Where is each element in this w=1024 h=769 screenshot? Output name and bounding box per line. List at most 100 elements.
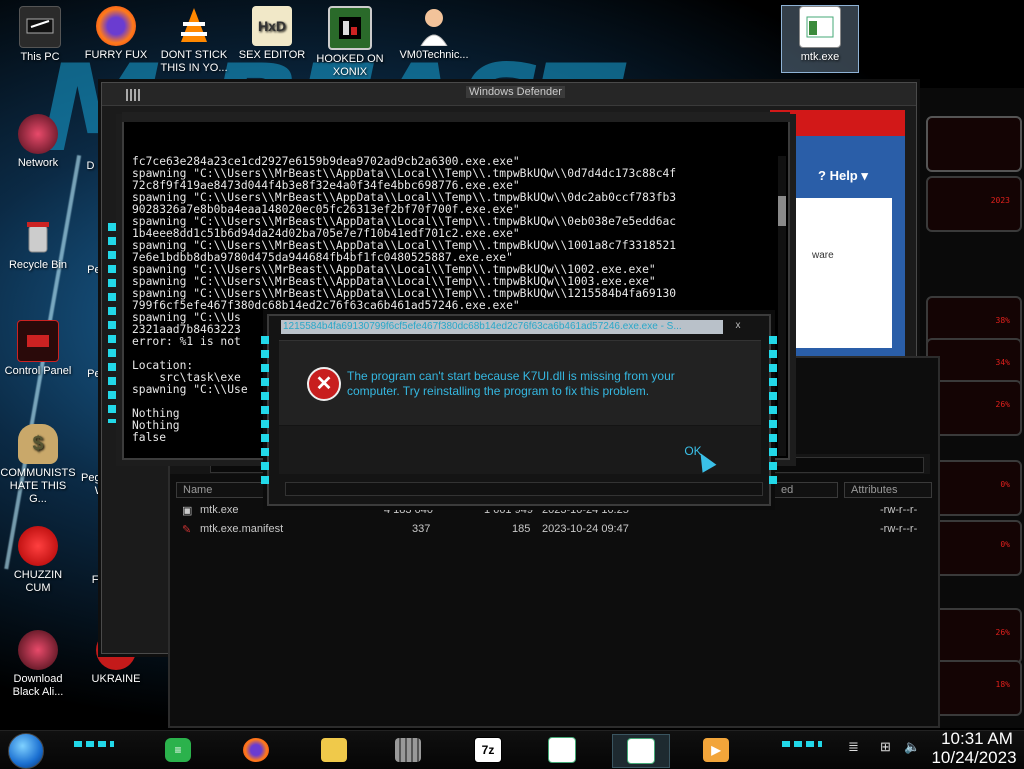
- desktop-icon-chuzzin-cum[interactable]: CHUZZIN CUM: [0, 526, 76, 595]
- desktop-icon-label: FURRY FUX: [84, 49, 148, 61]
- help-label: Help: [829, 168, 858, 183]
- column-name[interactable]: Name: [176, 482, 270, 498]
- chevron-down-icon: ▾: [861, 168, 868, 183]
- alien-slot-value: 26%: [995, 628, 1010, 637]
- error-icon: ✕: [307, 367, 341, 401]
- scrollbar-thumb[interactable]: [778, 196, 786, 226]
- desktop-icon-network[interactable]: Network: [0, 114, 76, 170]
- defender-titlebar[interactable]: Windows Defender: [102, 83, 916, 106]
- doctor-icon: [414, 6, 454, 46]
- taskbar-feedly[interactable]: ≡: [150, 734, 206, 766]
- column-attributes[interactable]: Attributes: [844, 482, 932, 498]
- money-bag-icon: $: [18, 424, 58, 464]
- taskbar-7zip[interactable]: 7z: [460, 734, 516, 766]
- desktop-icon-label: HOOKED ON XONIX: [316, 53, 384, 78]
- desktop-icon-furry-fux[interactable]: FURRY FUX: [78, 6, 154, 62]
- desktop-icon-vm0technic[interactable]: VM0Technic...: [396, 6, 472, 62]
- console-titlebar[interactable]: [122, 112, 790, 122]
- close-button[interactable]: x: [727, 320, 749, 334]
- desktop-icon-label: Download Black Ali...: [12, 673, 64, 698]
- alien-icon: [18, 630, 58, 670]
- alien-slot-value: 2023: [990, 196, 1010, 205]
- cyan-lights: [782, 741, 822, 747]
- desktop-icon-sex-editor[interactable]: HxD SEX EDITOR: [234, 6, 310, 62]
- taskbar-firefox[interactable]: [228, 734, 284, 766]
- help-icon: ?: [818, 168, 826, 183]
- alien-slot-value: 38%: [995, 316, 1010, 325]
- cyan-lights: [74, 741, 114, 747]
- clock-time: 10:31 AM: [941, 729, 1013, 748]
- desktop-icon-black-alien[interactable]: Download Black Ali...: [0, 630, 76, 699]
- taskbar-file-explorer[interactable]: [306, 734, 362, 766]
- dialog-footer: OK: [279, 426, 761, 474]
- desktop-icon-control-panel[interactable]: Control Panel: [0, 320, 76, 378]
- manifest-file-icon: ✎: [182, 524, 192, 536]
- gripper-icon: [126, 89, 140, 101]
- desktop-icon-label: VM0Technic...: [399, 49, 469, 61]
- desktop-icon-communists[interactable]: $ COMMUNISTS HATE THIS G...: [0, 424, 76, 506]
- recycle-bin-icon: [18, 216, 58, 256]
- folder-icon: [321, 738, 347, 762]
- window-icon: [627, 738, 655, 764]
- desktop-icon-label: UKRAINE: [91, 673, 141, 685]
- desktop: MrBEAST This PC FURRY FUX DONT STICK THI…: [0, 0, 1024, 730]
- error-icon-glyph: ✕: [315, 373, 333, 395]
- error-dialog[interactable]: 1215584b4fa69130799f6cf5efe467f380dc68b1…: [261, 314, 777, 506]
- firefox-icon: [243, 738, 269, 762]
- desktop-icon-mtk-exe[interactable]: mtk.exe: [781, 5, 859, 73]
- desktop-icon-hooked-on-xonix[interactable]: HOOKED ON XONIX: [312, 6, 388, 79]
- column-label: ed: [781, 484, 794, 496]
- alien-slot: 26%: [926, 608, 1022, 664]
- desktop-icon-label: This PC: [20, 51, 60, 63]
- tray-overflow-icon[interactable]: ≣: [848, 739, 859, 755]
- hxd-icon: HxD: [252, 6, 292, 46]
- alien-slot-value: 0%: [1000, 540, 1010, 549]
- taskbar-defender[interactable]: [380, 734, 436, 766]
- defender-title: Windows Defender: [466, 86, 565, 98]
- castle-icon: [395, 738, 421, 762]
- xonix-icon: [328, 6, 372, 50]
- alien-slot: 26%: [926, 380, 1022, 436]
- desktop-icon-label: CHUZZIN CUM: [13, 569, 63, 594]
- cyan-lights: [261, 336, 269, 486]
- close-icon: x: [735, 320, 741, 331]
- taskbar-media-player[interactable]: ▶: [688, 734, 744, 766]
- defender-partial-text: ware: [812, 250, 834, 261]
- desktop-icon-dont-stick[interactable]: DONT STICK THIS IN YO...: [156, 6, 232, 75]
- chuzzle-icon: [18, 526, 58, 566]
- console-scrollbar[interactable]: [778, 156, 786, 456]
- file-row[interactable]: ✎ mtk.exe.manifest 337 185 2023-10-24 09…: [178, 521, 928, 539]
- start-button[interactable]: [8, 733, 44, 769]
- column-label: Name: [183, 484, 213, 496]
- 7zip-icon: 7z: [474, 737, 502, 763]
- media-player-icon: ▶: [703, 738, 729, 762]
- desktop-icon-label: Network: [17, 157, 59, 169]
- volume-icon[interactable]: 🔈: [904, 739, 920, 755]
- desktop-icon-recycle-bin[interactable]: Recycle Bin: [0, 216, 76, 272]
- taskbar-console[interactable]: [612, 734, 670, 768]
- help-menu-button[interactable]: ? Help ▾: [818, 168, 868, 184]
- desktop-icon-label: COMMUNISTS HATE THIS G...: [0, 467, 76, 505]
- desktop-icon-label: Control Panel: [4, 365, 72, 377]
- taskbar: ≡ 7z ▶ ≣ ⊞ 🔈 10:31 AM 10/24/2023: [0, 729, 1024, 769]
- file-size: 337: [412, 523, 431, 535]
- firefox-icon: [96, 6, 136, 46]
- desktop-icon-label: mtk.exe: [800, 51, 840, 63]
- network-tray-icon[interactable]: ⊞: [880, 739, 891, 755]
- alien-slot-value: 26%: [995, 400, 1010, 409]
- dialog-bottom-bar: [285, 482, 763, 496]
- file-attributes: -rw-r--r-: [880, 523, 918, 535]
- dialog-body: ✕ The program can't start because K7UI.d…: [279, 340, 761, 425]
- column-modified[interactable]: ed: [774, 482, 838, 498]
- vlc-icon: [174, 6, 214, 46]
- desktop-icon-label: DONT STICK THIS IN YO...: [160, 49, 228, 74]
- cyan-lights: [769, 336, 777, 486]
- 7zip-glyph: 7z: [481, 743, 495, 757]
- control-panel-icon: [17, 320, 59, 362]
- desktop-icon-this-pc[interactable]: This PC: [2, 6, 78, 64]
- mtk-icon: [799, 6, 841, 48]
- alien-slot: 0%: [926, 520, 1022, 576]
- desktop-icon-label: SEX EDITOR: [238, 49, 306, 61]
- file-attributes: -rw-r--r-: [880, 504, 918, 516]
- taskbar-mtk[interactable]: [534, 734, 590, 766]
